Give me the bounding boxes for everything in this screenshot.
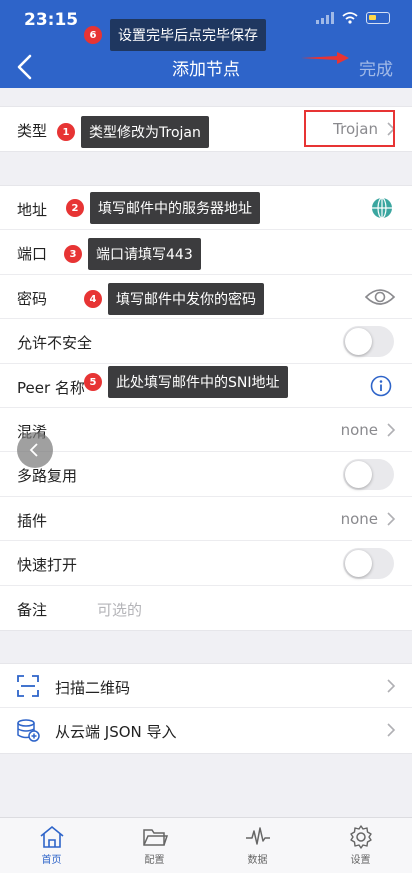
page-title: 添加节点 [172, 60, 240, 80]
tab-data[interactable]: 数据 [206, 818, 309, 873]
annotation-number: 1 [57, 123, 75, 141]
wifi-icon [342, 12, 358, 24]
signal-icon [316, 12, 334, 24]
plugin-row[interactable]: 插件 none [0, 497, 412, 542]
annotation-5: 5 此处填写邮件中的SNI地址 [84, 366, 288, 398]
pulse-icon [245, 827, 270, 845]
fast-open-label: 快速打开 [17, 556, 78, 575]
annotation-note: 端口请填写443 [88, 238, 201, 270]
allow-insecure-toggle[interactable] [343, 326, 394, 358]
password-label: 密码 [17, 289, 48, 308]
database-import-icon [17, 719, 40, 743]
scan-qr-row[interactable]: 扫描二维码 [0, 664, 412, 709]
plugin-label: 插件 [17, 511, 48, 530]
annotation-number: 5 [84, 373, 102, 391]
chevron-right-icon [387, 423, 396, 437]
import-section: 扫描二维码 从云端 JSON 导入 [0, 663, 412, 754]
port-label: 端口 [17, 245, 48, 264]
annotation-2: 2 填写邮件中的服务器地址 [66, 192, 260, 224]
annotation-6: 6 设置完毕后点完毕保存 [84, 19, 266, 51]
peer-name-label: Peer 名称 [17, 378, 85, 397]
annotation-note: 类型修改为Trojan [81, 116, 209, 148]
annotation-number: 4 [84, 290, 102, 308]
plugin-value: none [340, 509, 378, 528]
address-label: 地址 [17, 201, 48, 219]
type-highlight-box [304, 110, 395, 147]
tab-config[interactable]: 配置 [103, 818, 206, 873]
chevron-right-icon [387, 723, 396, 737]
floating-back-button[interactable] [17, 432, 53, 468]
annotation-3: 3 端口请填写443 [64, 238, 201, 270]
eye-icon[interactable] [364, 286, 396, 308]
remark-row[interactable]: 备注 可选的 [0, 586, 412, 630]
annotation-number: 3 [64, 245, 82, 263]
port-row[interactable]: 端口 [0, 230, 412, 275]
annotation-4: 4 填写邮件中发你的密码 [84, 283, 264, 315]
allow-insecure-row: 允许不安全 [0, 319, 412, 364]
chevron-right-icon [387, 512, 396, 526]
remark-input[interactable]: 可选的 [97, 599, 142, 620]
type-label: 类型 [17, 122, 48, 140]
obfs-row[interactable]: 混淆 none [0, 408, 412, 453]
tab-label: 数据 [247, 855, 268, 866]
tab-label: 首页 [41, 855, 62, 866]
remark-label: 备注 [17, 600, 48, 619]
tab-bar: 首页 配置 数据 设置 [0, 817, 412, 873]
tab-label: 设置 [350, 855, 371, 866]
status-time: 23:15 [24, 10, 79, 30]
battery-icon [366, 12, 390, 24]
status-icons [316, 12, 390, 24]
red-arrow-icon [301, 52, 349, 64]
folder-icon [142, 829, 168, 846]
annotation-1: 1 类型修改为Trojan [57, 116, 209, 148]
mux-label: 多路复用 [17, 467, 78, 486]
chevron-left-icon [29, 443, 38, 457]
scan-icon [17, 675, 39, 697]
home-icon [39, 825, 64, 848]
annotation-note: 填写邮件中的服务器地址 [90, 192, 260, 224]
cloud-json-row[interactable]: 从云端 JSON 导入 [0, 708, 412, 752]
fast-open-toggle[interactable] [343, 548, 394, 580]
gear-icon [349, 825, 372, 849]
allow-insecure-label: 允许不安全 [17, 334, 93, 353]
chevron-right-icon [387, 679, 396, 693]
mux-toggle[interactable] [343, 459, 394, 491]
annotation-note: 此处填写邮件中的SNI地址 [108, 366, 288, 398]
annotation-number: 6 [84, 26, 102, 44]
tab-settings[interactable]: 设置 [309, 818, 412, 873]
cloud-json-label: 从云端 JSON 导入 [55, 723, 177, 742]
fast-open-row: 快速打开 [0, 541, 412, 586]
scan-qr-label: 扫描二维码 [55, 679, 131, 697]
tab-label: 配置 [144, 855, 165, 866]
annotation-note: 设置完毕后点完毕保存 [110, 19, 266, 51]
globe-icon[interactable] [370, 196, 394, 220]
annotation-number: 2 [66, 199, 84, 217]
annotation-note: 填写邮件中发你的密码 [108, 283, 264, 315]
tab-home[interactable]: 首页 [0, 818, 103, 873]
form-section: 地址 端口 密码 允许不安全 Peer 名称 混淆 none 多路 [0, 185, 412, 631]
done-button[interactable]: 完成 [359, 55, 393, 80]
mux-row: 多路复用 [0, 452, 412, 497]
info-icon[interactable] [370, 375, 392, 397]
obfs-value: none [340, 420, 378, 439]
